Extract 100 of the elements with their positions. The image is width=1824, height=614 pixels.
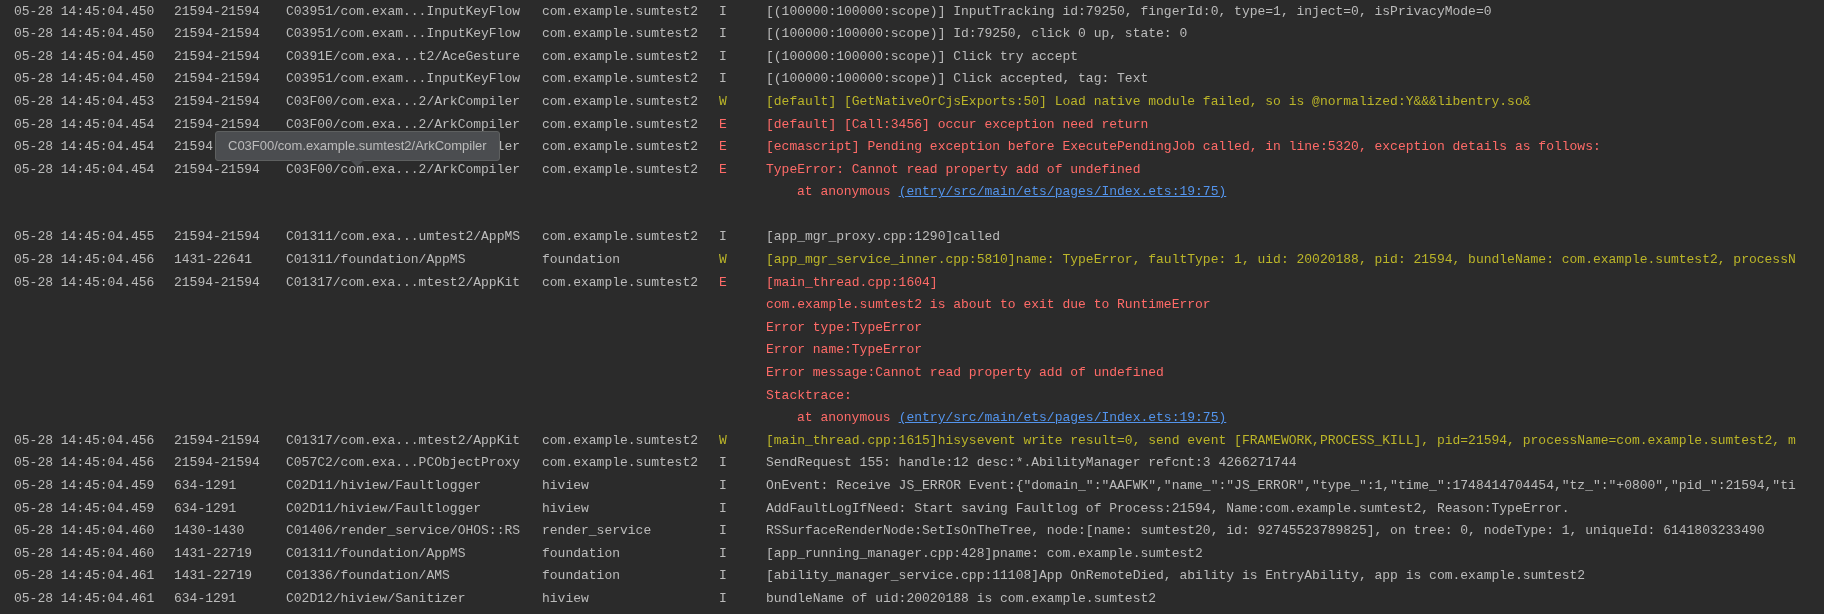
log-level: I xyxy=(719,70,727,89)
process-id: 21594 xyxy=(174,138,213,157)
process-id: 634-1291 xyxy=(174,499,237,518)
timestamp: 05-28 14:45:04.456 xyxy=(14,454,155,473)
log-level: E xyxy=(719,138,727,157)
timestamp: 05-28 14:45:04.454 xyxy=(14,138,155,157)
package-name: com.example.sumtest2 xyxy=(542,273,699,292)
package-name: render_service xyxy=(542,522,652,541)
timestamp: 05-28 14:45:04.460 xyxy=(14,522,155,541)
package-name: foundation xyxy=(542,544,620,563)
process-id: 21594-21594 xyxy=(174,454,260,473)
log-level: I xyxy=(719,522,727,541)
log-tag: C02D12/hiview/Sanitizer xyxy=(286,589,466,609)
log-tag: C057C2/com.exa...PCObjectProxy xyxy=(286,453,521,473)
timestamp: 05-28 14:45:04.456 xyxy=(14,273,155,292)
log-tag: C01311/foundation/AppMS xyxy=(286,543,466,564)
log-level: W xyxy=(719,431,727,450)
log-message: [ability_manager_service.cpp:11108]App OnRemoteDied, ability is EntryAbility, app is com.example.sumtest2 xyxy=(766,567,1586,586)
package-name: com.example.sumtest2 xyxy=(542,138,699,157)
package-name: com.example.sumtest2 xyxy=(542,92,699,111)
log-message: Error name:TypeError xyxy=(766,341,923,360)
package-name: hiview xyxy=(542,590,589,608)
source-link[interactable]: (entry/src/main/ets/pages/Index.ets:19:75) xyxy=(898,182,1227,202)
timestamp: 05-28 14:45:04.459 xyxy=(14,477,155,495)
log-message: Stacktrace: xyxy=(766,386,852,405)
timestamp: 05-28 14:45:04.450 xyxy=(14,2,155,21)
log-tag: C03951/com.exam...InputKeyFlow xyxy=(286,24,521,44)
timestamp: 05-28 14:45:04.454 xyxy=(14,115,155,134)
log-tag: C03951/com.exam...InputKeyFlow xyxy=(286,1,521,22)
log-level: I xyxy=(719,47,727,66)
stack-frame-text: at anonymous xyxy=(797,409,891,428)
package-name: foundation xyxy=(542,567,620,586)
timestamp: 05-28 14:45:04.456 xyxy=(14,431,155,450)
log-tag: C0391E/com.exa...t2/AceGesture xyxy=(286,46,521,67)
log-message: [app_mgr_service_inner.cpp:5810]name: TypeError, faultType: 1, uid: 20020188, pid: 21594, bundleName: com.example.sumtest2, processN xyxy=(766,251,1796,270)
log-level: I xyxy=(719,25,727,44)
log-level: I xyxy=(719,590,727,608)
process-id: 1430-1430 xyxy=(174,522,245,541)
package-name: hiview xyxy=(542,499,589,518)
package-name: com.example.sumtest2 xyxy=(542,228,699,247)
timestamp: 05-28 14:45:04.454 xyxy=(14,160,155,179)
log-tag: C02D11/hiview/Faultlogger xyxy=(286,498,482,519)
log-message: [(100000:100000:scope)] Click try accept xyxy=(766,47,1079,66)
package-name: com.example.sumtest2 xyxy=(542,454,699,473)
stack-frame-text: at anonymous xyxy=(797,183,891,202)
process-id: 1431-22641 xyxy=(174,251,252,270)
timestamp: 05-28 14:45:04.450 xyxy=(14,47,155,66)
log-message: [main_thread.cpp:1604] xyxy=(766,273,938,292)
log-level: I xyxy=(719,477,727,495)
log-message: [ecmascript] Pending exception before ExecutePendingJob called, in line:5320, exception details as follows: xyxy=(766,138,1601,157)
timestamp: 05-28 14:45:04.460 xyxy=(14,544,155,563)
log-message: [app_running_manager.cpp:428]pname: com.example.sumtest2 xyxy=(766,544,1203,563)
log-message: OnEvent: Receive JS_ERROR Event:{"domain_":"AAFWK","name_":"JS_ERROR","type_":1,"time_":1748414704454,"tz_":"+0800","pid_":21594,"ti xyxy=(766,477,1796,495)
log-tag: C01317/com.exa...mtest2/AppKit xyxy=(286,430,521,451)
process-id: 21594-21594 xyxy=(174,92,260,111)
log-level: W xyxy=(719,251,727,270)
package-name: com.example.sumtest2 xyxy=(542,115,699,134)
timestamp: 05-28 14:45:04.450 xyxy=(14,25,155,44)
log-message: [(100000:100000:scope)] Click accepted, tag: Text xyxy=(766,70,1149,89)
log-tag: C01336/foundation/AMS xyxy=(286,566,450,586)
log-tag: C01406/render_service/OHOS::RS xyxy=(286,521,521,541)
log-level: E xyxy=(719,160,727,179)
process-id: 634-1291 xyxy=(174,477,237,495)
log-message: RSSurfaceRenderNode:SetIsOnTheTree, node:[name: sumtest20, id: 92745523789825], on tree: 0, nodeType: 1, uniqueId: 6141803233490 xyxy=(766,522,1765,541)
log-message: [default] [Call:3456] occur exception need return xyxy=(766,115,1149,134)
package-name: hiview xyxy=(542,477,589,495)
package-name: com.example.sumtest2 xyxy=(542,2,699,21)
log-message: bundleName of uid:20020188 is com.example.sumtest2 xyxy=(766,590,1157,608)
timestamp: 05-28 14:45:04.461 xyxy=(14,567,155,586)
log-level: E xyxy=(719,273,727,292)
log-tag: C01311/foundation/AppMS xyxy=(286,250,466,270)
log-level: I xyxy=(719,2,727,21)
log-level: W xyxy=(719,92,727,111)
source-link[interactable]: (entry/src/main/ets/pages/Index.ets:19:75) xyxy=(898,408,1227,428)
timestamp: 05-28 14:45:04.456 xyxy=(14,251,155,270)
package-name: foundation xyxy=(542,251,620,270)
log-message: Error type:TypeError xyxy=(766,318,923,337)
process-id: 1431-22719 xyxy=(174,567,252,586)
timestamp: 05-28 14:45:04.450 xyxy=(14,70,155,89)
package-name: com.example.sumtest2 xyxy=(542,431,699,450)
process-id: 21594-21594 xyxy=(174,70,260,89)
timestamp: 05-28 14:45:04.455 xyxy=(14,228,155,247)
timestamp: 05-28 14:45:04.453 xyxy=(14,92,155,111)
process-id: 21594-21594 xyxy=(174,273,260,292)
log-level: I xyxy=(719,228,727,247)
log-level: I xyxy=(719,499,727,518)
log-message: [default] [GetNativeOrCjsExports:50] Load native module failed, so is @normalized:Y&&&libentry.so& xyxy=(766,92,1531,111)
package-name: com.example.sumtest2 xyxy=(542,25,699,44)
log-message: [app_mgr_proxy.cpp:1290]called xyxy=(766,228,1001,247)
log-level: I xyxy=(719,567,727,586)
log-tag: C01311/com.exa...umtest2/AppMS xyxy=(286,227,521,247)
log-message: [(100000:100000:scope)] Id:79250, click 0 up, state: 0 xyxy=(766,25,1188,44)
log-tag: C02D11/hiview/Faultlogger xyxy=(286,476,482,496)
log-tag: C01317/com.exa...mtest2/AppKit xyxy=(286,272,521,293)
process-id: 21594-21594 xyxy=(174,228,260,247)
log-message: [(100000:100000:scope)] InputTracking id:79250, fingerId:0, type=1, inject=0, isPrivacyMode=0 xyxy=(766,2,1492,21)
log-tag: C03951/com.exam...InputKeyFlow xyxy=(286,69,521,89)
log-tag: C03F00/com.exa...2/ArkCompiler xyxy=(286,91,521,112)
process-id: 21594-21594 xyxy=(174,25,260,44)
log-message: com.example.sumtest2 is about to exit due to RuntimeError xyxy=(766,296,1211,315)
